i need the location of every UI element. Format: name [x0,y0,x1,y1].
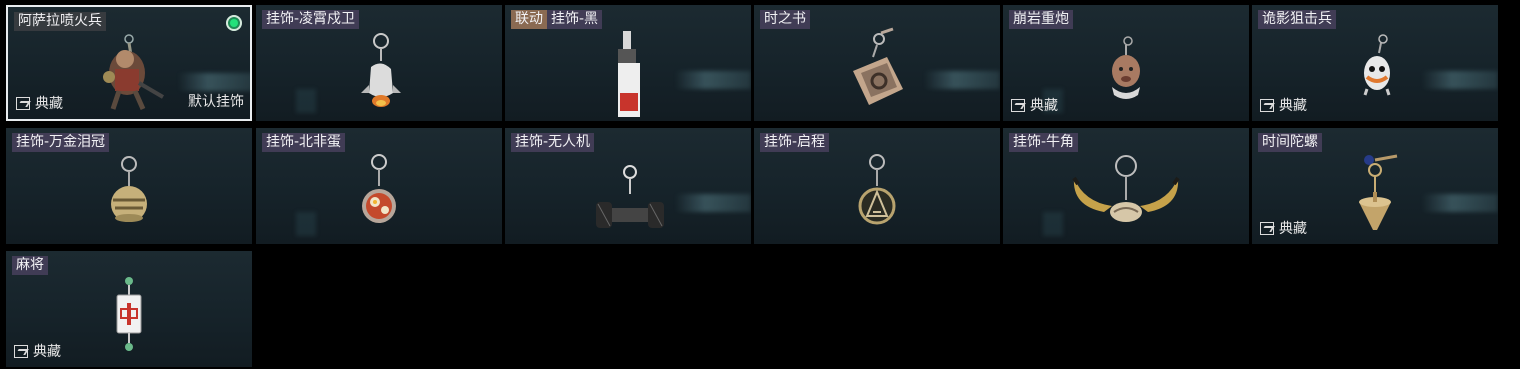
charm-card-bengyan[interactable]: 崩岩重炮 典藏 [1003,5,1249,121]
ghost-charm-icon [1363,34,1391,96]
compass-charm-icon [858,154,896,225]
charm-card-shakshuka[interactable]: 挂饰-北非蛋 [256,128,502,244]
charm-card-wanjin[interactable]: 挂饰-万金泪冠 [6,128,252,244]
mahjong-charm-icon [116,277,142,351]
horn-charm-icon [1072,155,1180,222]
egg-dish-charm-icon [362,154,396,223]
charm-card-mahjong[interactable]: 麻将 典藏 [6,251,252,367]
charm-card-qicheng[interactable]: 挂饰-启程 [754,128,1000,244]
spinning-top-charm-icon [1359,154,1398,230]
default-charm-label: 默认挂饰 [188,94,244,110]
collection-icon [1011,98,1025,112]
bottle-charm-icon [618,31,640,117]
collection-icon [1260,221,1274,235]
collection-badge: 典藏 [14,343,61,360]
drone-charm-icon [596,165,664,228]
equipped-indicator-icon [226,15,242,31]
collection-badge: 典藏 [1260,220,1307,237]
charm-name: 时间陀螺 [1258,133,1322,152]
charm-card-hei[interactable]: 联动 挂饰-黑 [505,5,751,121]
charm-card-guiying[interactable]: 诡影狙击兵 典藏 [1252,5,1498,121]
flamethrower-soldier-charm-icon [103,34,165,111]
collection-badge: 典藏 [1260,97,1307,114]
charm-card-time-book[interactable]: 时之书 [754,5,1000,121]
charm-card-horn[interactable]: 挂饰-牛角 [1003,128,1249,244]
charm-card-asala-flamethrower[interactable]: 阿萨拉喷火兵 典藏 默认挂饰 [6,5,252,121]
collection-icon [14,344,28,358]
book-charm-icon [853,27,903,105]
charm-card-lingxiao[interactable]: 挂饰-凌霄戍卫 [256,5,502,121]
charm-card-time-top[interactable]: 时间陀螺 典藏 [1252,128,1498,244]
rocket-charm-icon [361,33,401,107]
collection-badge: 典藏 [16,95,63,112]
charm-name: 崩岩重炮 [1009,10,1073,29]
crown-charm-icon [111,156,147,222]
collection-icon [16,96,30,110]
charm-name: 麻将 [12,256,48,275]
creature-charm-icon [1112,36,1140,99]
charm-card-drone[interactable]: 挂饰-无人机 [505,128,751,244]
charm-name: 时之书 [760,10,810,29]
collection-icon [1260,98,1274,112]
collection-badge: 典藏 [1011,97,1058,114]
collab-tag: 联动 [511,10,547,29]
